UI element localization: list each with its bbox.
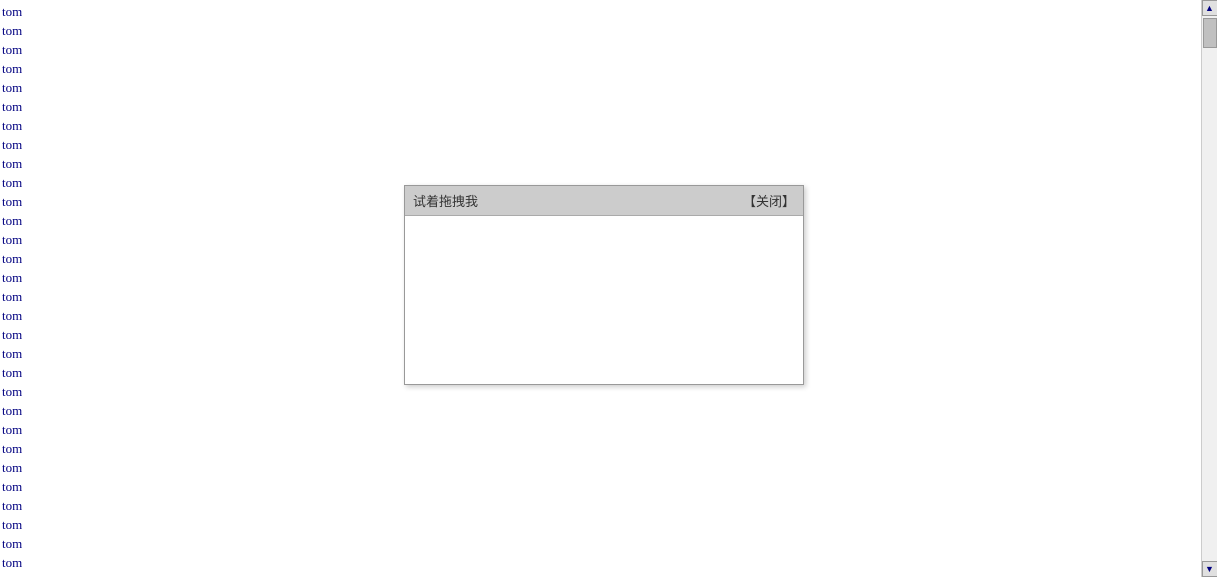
list-item: tom (0, 534, 1217, 553)
scrollbar-thumb[interactable] (1203, 18, 1217, 48)
scrollbar-track (1202, 16, 1217, 561)
dialog-title: 试着拖拽我 (413, 191, 478, 210)
list-item: tom (0, 439, 1217, 458)
list-item: tom (0, 135, 1217, 154)
list-item: tom (0, 116, 1217, 135)
list-item: tom (0, 477, 1217, 496)
list-item: tom (0, 59, 1217, 78)
list-item: tom (0, 97, 1217, 116)
list-item: tom (0, 420, 1217, 439)
list-item: tom (0, 21, 1217, 40)
list-item: tom (0, 515, 1217, 534)
list-item: tom (0, 401, 1217, 420)
scrollbar-arrow-down[interactable]: ▼ (1202, 561, 1217, 577)
dialog-close-button[interactable]: 【关闭】 (743, 191, 795, 210)
list-item: tom (0, 154, 1217, 173)
list-item: tom (0, 2, 1217, 21)
list-item: tom (0, 553, 1217, 572)
list-item: tom (0, 458, 1217, 477)
list-item: tom (0, 40, 1217, 59)
list-item: tom (0, 496, 1217, 515)
dialog[interactable]: 试着拖拽我 【关闭】 (404, 185, 804, 385)
scrollbar-arrow-up[interactable]: ▲ (1202, 0, 1217, 16)
scrollbar[interactable]: ▲ ▼ (1201, 0, 1217, 577)
dialog-body (405, 216, 803, 384)
list-item: tom (0, 78, 1217, 97)
dialog-titlebar[interactable]: 试着拖拽我 【关闭】 (405, 186, 803, 216)
